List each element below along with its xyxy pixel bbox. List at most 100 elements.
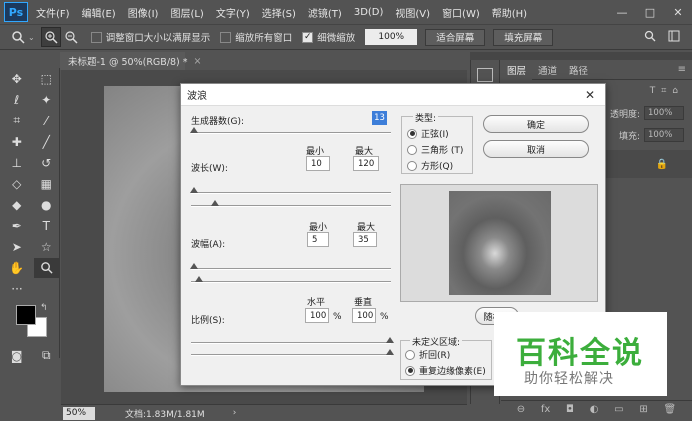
new-group-icon[interactable]: ▭ <box>614 404 623 415</box>
lasso-tool-icon[interactable]: ℓ <box>4 90 30 110</box>
gradient-tool-icon[interactable]: ▦ <box>34 174 60 194</box>
radio-dot[interactable] <box>407 160 417 171</box>
wavelength-max-thumb[interactable] <box>211 200 219 206</box>
magic-wand-tool-icon[interactable]: ✦ <box>34 90 60 110</box>
checkbox-box[interactable] <box>90 31 102 43</box>
crop-tool-icon[interactable]: ⌗ <box>4 111 30 131</box>
scale-vertical-field[interactable]: 100 <box>352 308 376 323</box>
tab-paths[interactable]: 路径 <box>563 60 594 80</box>
menu-file[interactable]: 文件(F) <box>36 5 70 20</box>
generators-slider-thumb[interactable] <box>190 127 198 133</box>
amplitude-min-slider[interactable] <box>191 268 391 270</box>
zoom-out-icon[interactable] <box>61 27 81 47</box>
zoom-level-field[interactable]: 50% <box>63 406 95 420</box>
brush-tool-icon[interactable]: ╱ <box>34 132 60 152</box>
opacity-field[interactable]: 100% <box>644 106 684 120</box>
menu-image[interactable]: 图像(I) <box>128 5 159 20</box>
wavelength-min-field[interactable]: 10 <box>306 156 330 171</box>
eraser-tool-icon[interactable]: ◇ <box>4 174 30 194</box>
menu-filter[interactable]: 滤镜(T) <box>308 5 342 20</box>
document-tab[interactable]: 未标题-1 @ 50%(RGB/8) * × <box>60 52 202 70</box>
wavelength-min-thumb[interactable] <box>190 187 198 193</box>
menu-view[interactable]: 视图(V) <box>395 5 430 20</box>
dialog-close-icon[interactable]: ✕ <box>581 86 599 104</box>
zoom-icon[interactable] <box>8 27 28 47</box>
scrubby-zoom-checkbox[interactable]: ✓ 细微缩放 <box>302 30 355 44</box>
menu-layer[interactable]: 图层(L) <box>170 5 203 20</box>
checkbox-box[interactable] <box>220 31 232 43</box>
menu-window[interactable]: 窗口(W) <box>442 5 480 20</box>
amplitude-min-field[interactable]: 5 <box>307 232 329 247</box>
delete-layer-icon[interactable]: 🗑 <box>663 404 676 415</box>
scale-horizontal-slider[interactable] <box>191 342 391 344</box>
zoom-tool-icon[interactable] <box>33 257 59 278</box>
amplitude-min-thumb[interactable] <box>190 263 198 269</box>
close-tab-icon[interactable]: × <box>194 56 202 67</box>
menu-edit[interactable]: 编辑(E) <box>82 5 116 20</box>
menu-3d[interactable]: 3D(D) <box>354 7 384 18</box>
radio-dot[interactable] <box>405 365 415 376</box>
healing-brush-tool-icon[interactable]: ✚ <box>4 132 30 152</box>
quick-mask-icon[interactable]: ◙ <box>4 346 30 366</box>
new-layer-icon[interactable]: ⊞ <box>639 404 647 415</box>
dodge-tool-icon[interactable]: ● <box>34 195 60 215</box>
link-layers-icon[interactable]: ⊖ <box>517 404 525 415</box>
zoom-all-windows-checkbox[interactable]: 缩放所有窗口 <box>220 30 292 44</box>
move-tool-icon[interactable]: ✥ <box>4 69 30 89</box>
search-icon[interactable] <box>644 30 656 45</box>
wrap-around-radio[interactable]: 折回(R) <box>405 348 450 361</box>
foreground-color-swatch[interactable] <box>16 305 36 325</box>
type-tool-icon[interactable]: T <box>34 216 60 236</box>
hand-tool-icon[interactable]: ✋ <box>4 258 30 278</box>
history-panel-icon[interactable] <box>477 68 493 82</box>
adjustment-layer-icon[interactable]: ◐ <box>590 404 599 415</box>
scale-horizontal-field[interactable]: 100 <box>305 308 329 323</box>
status-menu-arrow-icon[interactable]: › <box>233 408 237 418</box>
layer-style-icon[interactable]: fx <box>541 404 550 415</box>
radio-dot[interactable] <box>405 349 415 360</box>
pen-tool-icon[interactable]: ✒ <box>4 216 30 236</box>
panel-menu-icon[interactable]: ≡ <box>678 64 686 75</box>
shape-tool-icon[interactable]: ☆ <box>34 237 60 257</box>
zoom-percent-field[interactable]: 100% <box>365 29 418 45</box>
type-triangle-radio[interactable]: 三角形 (T) <box>407 143 463 156</box>
radio-dot[interactable] <box>407 144 417 155</box>
history-brush-tool-icon[interactable]: ↺ <box>34 153 60 173</box>
resize-windows-checkbox[interactable]: 调整窗口大小以满屏显示 <box>90 30 210 44</box>
menu-type[interactable]: 文字(Y) <box>216 5 250 20</box>
menu-help[interactable]: 帮助(H) <box>492 5 527 20</box>
eyedropper-tool-icon[interactable]: ⁄ <box>34 111 60 131</box>
screen-mode-icon[interactable]: ⧉ <box>34 346 60 366</box>
fill-field[interactable]: 100% <box>644 128 684 142</box>
swap-colors-icon[interactable]: ↰ <box>40 303 48 313</box>
minimize-icon[interactable]: — <box>608 0 636 24</box>
generators-slider[interactable] <box>191 132 391 134</box>
blur-tool-icon[interactable]: ◆ <box>4 195 30 215</box>
generators-field[interactable]: 13 <box>372 111 387 125</box>
layer-filter-icons[interactable]: T⌗⌂ <box>650 86 684 96</box>
tab-layers[interactable]: 图层 <box>501 59 533 80</box>
type-square-radio[interactable]: 方形(Q) <box>407 159 453 172</box>
amplitude-max-slider[interactable] <box>191 281 391 283</box>
radio-dot[interactable] <box>407 128 417 139</box>
marquee-tool-icon[interactable]: ⬚ <box>34 69 60 89</box>
repeat-edge-radio[interactable]: 重复边缘像素(E) <box>405 364 486 377</box>
more-tools-icon[interactable]: ··· <box>4 279 30 299</box>
wavelength-min-slider[interactable] <box>191 192 391 194</box>
close-window-icon[interactable]: ✕ <box>664 0 692 24</box>
amplitude-max-field[interactable]: 35 <box>353 232 377 247</box>
restore-icon[interactable]: □ <box>636 0 664 24</box>
amplitude-max-thumb[interactable] <box>195 276 203 282</box>
layer-mask-icon[interactable]: ◘ <box>566 404 574 415</box>
scale-vertical-slider[interactable] <box>191 354 391 356</box>
type-sine-radio[interactable]: 正弦(I) <box>407 127 449 140</box>
clone-stamp-tool-icon[interactable]: ⊥ <box>4 153 30 173</box>
chevron-down-icon[interactable]: ⌄ <box>28 33 35 42</box>
wavelength-max-slider[interactable] <box>191 205 391 207</box>
checkmark-icon[interactable]: ✓ <box>302 31 314 43</box>
ok-button[interactable]: 确定 <box>483 115 589 133</box>
zoom-in-icon[interactable] <box>40 27 61 47</box>
menu-select[interactable]: 选择(S) <box>262 5 296 20</box>
path-selection-tool-icon[interactable]: ➤ <box>4 237 30 257</box>
tab-channels[interactable]: 通道 <box>532 60 563 80</box>
